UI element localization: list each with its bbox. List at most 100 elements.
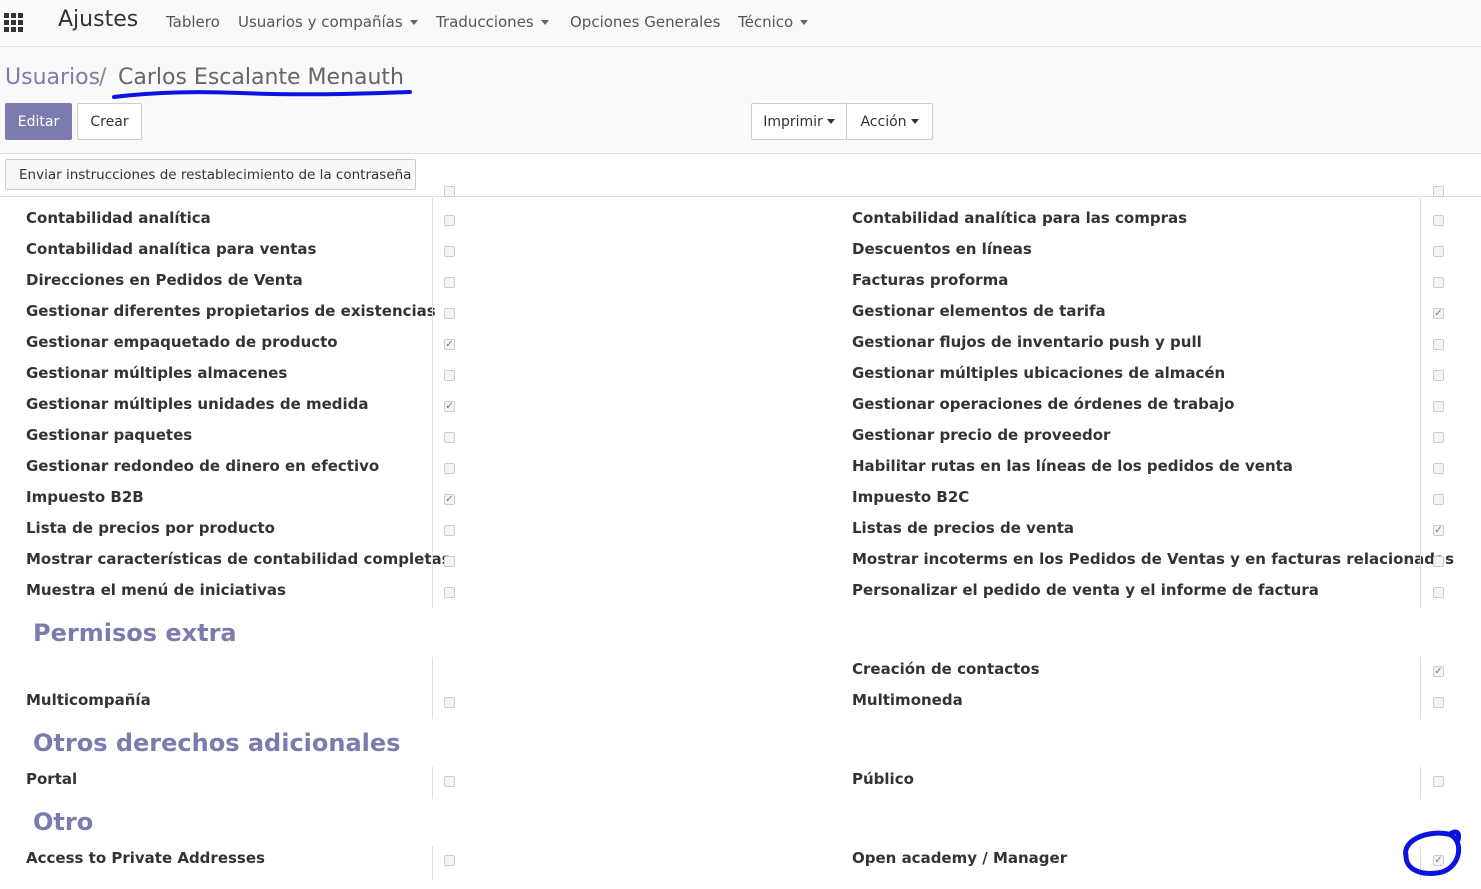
circle-annotation <box>1403 829 1462 876</box>
checkbox[interactable] <box>1433 494 1444 505</box>
field-label: Personalizar el pedido de venta y el inf… <box>852 581 1319 599</box>
checkbox[interactable] <box>1433 463 1444 474</box>
field-label: Mostrar incoterms en los Pedidos de Vent… <box>852 550 1455 568</box>
column-divider <box>1420 767 1421 799</box>
checkbox-checked[interactable]: ✓ <box>1433 666 1444 677</box>
menu-label: Traducciones <box>436 13 534 31</box>
menu-tecnico[interactable]: Técnico <box>738 13 809 31</box>
checkbox[interactable] <box>444 525 455 536</box>
column-divider <box>432 198 433 608</box>
menu-traducciones[interactable]: Traducciones <box>436 13 549 31</box>
checkbox[interactable] <box>1433 186 1444 197</box>
menu-label: Técnico <box>738 13 794 31</box>
checkbox[interactable] <box>1433 432 1444 443</box>
checkbox[interactable] <box>1433 697 1444 708</box>
underline-annotation <box>112 90 412 99</box>
field-label: Muestra el menú de iniciativas <box>26 581 286 599</box>
checkbox[interactable] <box>444 463 455 474</box>
column-divider <box>1420 657 1421 719</box>
caret-down-icon <box>409 20 418 25</box>
column-divider <box>432 657 433 719</box>
breadcrumb-parent[interactable]: Usuarios <box>5 65 100 90</box>
checkbox[interactable] <box>1433 339 1444 350</box>
menu-label: Opciones Generales <box>570 13 721 31</box>
checkbox[interactable] <box>444 308 455 319</box>
caret-down-icon <box>800 20 809 25</box>
field-label: Gestionar operaciones de órdenes de trab… <box>852 395 1235 413</box>
checkbox[interactable] <box>1433 277 1444 288</box>
checkbox[interactable] <box>444 370 455 381</box>
field-label: Impuesto B2C <box>852 488 970 506</box>
column-divider <box>1420 198 1421 608</box>
checkbox[interactable] <box>1433 401 1444 412</box>
field-label: Access to Private Addresses <box>26 849 265 867</box>
field-label: Lista de precios por producto <box>26 519 275 537</box>
print-label: Imprimir <box>763 113 823 130</box>
field-label: Descuentos en líneas <box>852 240 1032 258</box>
checkbox[interactable] <box>1433 370 1444 381</box>
field-label: Mostrar características de contabilidad … <box>26 550 451 568</box>
field-label: Impuesto B2B <box>26 488 144 506</box>
edit-button[interactable]: Editar <box>5 103 72 140</box>
form-sheet: Contabilidad analítica Contabilidad analí… <box>6 186 1481 889</box>
checkbox[interactable] <box>444 855 455 866</box>
app-title: Ajustes <box>58 7 139 32</box>
create-button[interactable]: Crear <box>77 103 142 140</box>
checkbox-checked[interactable]: ✓ <box>1433 525 1444 536</box>
field-label: Contabilidad analítica para ventas <box>26 240 317 258</box>
menu-opciones-generales[interactable]: Opciones Generales <box>570 13 720 31</box>
reset-password-button[interactable]: Enviar instrucciones de restablecimiento… <box>5 159 416 190</box>
field-label: Gestionar redondeo de dinero en efectivo <box>26 457 380 475</box>
field-label: Multicompañía <box>26 691 151 709</box>
field-label: Gestionar múltiples ubicaciones de almac… <box>852 364 1226 382</box>
checkbox[interactable] <box>444 556 455 567</box>
checkbox[interactable] <box>1433 776 1444 787</box>
action-label: Acción <box>860 113 907 130</box>
status-bar: Enviar instrucciones de restablecimiento… <box>0 154 1481 197</box>
section-title-otros-derechos: Otros derechos adicionales <box>33 729 401 757</box>
checkbox-checked[interactable]: ✓ <box>444 401 455 412</box>
checkbox[interactable] <box>444 697 455 708</box>
checkbox-checked[interactable]: ✓ <box>1433 308 1444 319</box>
checkbox[interactable] <box>444 186 455 197</box>
menu-usuarios-companias[interactable]: Usuarios y compañías <box>238 13 418 31</box>
checkbox[interactable] <box>444 215 455 226</box>
checkbox[interactable] <box>444 776 455 787</box>
checkbox[interactable] <box>444 587 455 598</box>
field-label: Creación de contactos <box>852 660 1040 678</box>
field-label: Open academy / Manager <box>852 849 1068 867</box>
menu-label: Usuarios y compañías <box>238 13 403 31</box>
checkbox[interactable] <box>444 432 455 443</box>
top-navbar: Ajustes Tablero Usuarios y compañías Tra… <box>0 0 1481 47</box>
checkbox[interactable] <box>1433 556 1444 567</box>
checkbox-checked[interactable]: ✓ <box>444 494 455 505</box>
field-label: Gestionar flujos de inventario push y pu… <box>852 333 1202 351</box>
field-label: Habilitar rutas en las líneas de los ped… <box>852 457 1293 475</box>
field-label: Gestionar elementos de tarifa <box>852 302 1106 320</box>
caret-down-icon <box>540 20 549 25</box>
checkbox[interactable] <box>444 246 455 257</box>
field-label: Multimoneda <box>852 691 963 709</box>
field-label: Listas de precios de venta <box>852 519 1075 537</box>
checkbox-checked[interactable]: ✓ <box>444 339 455 350</box>
checkbox[interactable] <box>1433 246 1444 257</box>
action-dropdown[interactable]: Acción <box>846 103 933 140</box>
field-label: Contabilidad analítica para las compras <box>852 209 1188 227</box>
field-label: Contabilidad analítica <box>26 209 211 227</box>
section-title-permisos-extra: Permisos extra <box>33 619 237 647</box>
field-label: Gestionar precio de proveedor <box>852 426 1111 444</box>
checkbox[interactable] <box>1433 215 1444 226</box>
menu-tablero[interactable]: Tablero <box>166 13 220 31</box>
field-label: Facturas proforma <box>852 271 1009 289</box>
caret-down-icon <box>826 119 835 124</box>
column-divider <box>432 767 433 799</box>
apps-grid-icon[interactable] <box>4 13 26 33</box>
column-divider <box>432 846 433 880</box>
print-dropdown[interactable]: Imprimir <box>751 103 847 140</box>
checkbox[interactable] <box>444 277 455 288</box>
field-label: Gestionar múltiples unidades de medida <box>26 395 369 413</box>
section-title-otro: Otro <box>33 808 94 836</box>
field-label: Público <box>852 770 914 788</box>
checkbox[interactable] <box>1433 587 1444 598</box>
field-label: Direcciones en Pedidos de Venta <box>26 271 303 289</box>
